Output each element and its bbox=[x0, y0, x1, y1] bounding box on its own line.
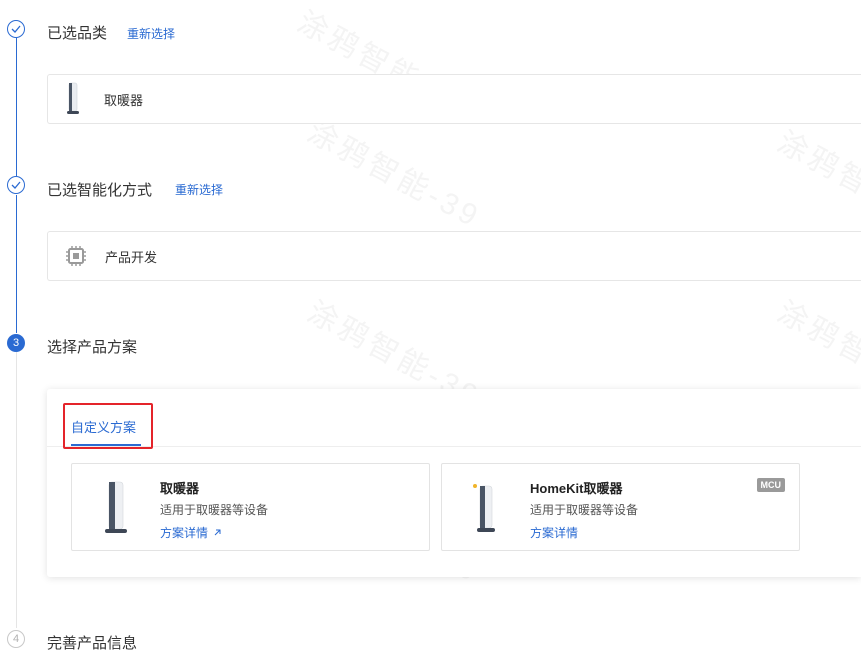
homekit-heater-product-image bbox=[470, 482, 498, 541]
selected-category-card: 取暖器 bbox=[47, 74, 861, 124]
step-connector bbox=[16, 352, 17, 628]
watermark: 涂鸦智能-39 bbox=[301, 115, 487, 235]
selected-category-label: 取暖器 bbox=[104, 92, 144, 108]
step-connector bbox=[16, 195, 17, 333]
solution-details-link[interactable]: 方案详情 bbox=[160, 524, 222, 541]
selected-mode-card: 产品开发 bbox=[47, 231, 861, 281]
chip-icon bbox=[65, 245, 87, 267]
solution-name: 取暖器 bbox=[160, 481, 200, 496]
step-3-title: 选择产品方案 bbox=[47, 339, 138, 356]
heater-product-image bbox=[102, 480, 130, 541]
highlight-box bbox=[63, 403, 153, 449]
step-3-indicator: 3 bbox=[7, 334, 25, 352]
step-2-check-icon bbox=[7, 176, 25, 194]
step-1-title: 已选品类 bbox=[47, 25, 108, 42]
reselect-mode-link[interactable]: 重新选择 bbox=[175, 181, 223, 198]
solution-details-label: 方案详情 bbox=[160, 526, 209, 540]
solution-description: 适用于取暖器等设备 bbox=[160, 503, 269, 517]
selected-mode-label: 产品开发 bbox=[105, 249, 158, 265]
step-4-title: 完善产品信息 bbox=[47, 635, 138, 652]
solution-panel: 自定义方案 取暖器 适用于取暖器等设备 方案详情 HomeKit取暖器 适用于取… bbox=[47, 389, 861, 577]
solution-name: HomeKit取暖器 bbox=[530, 481, 623, 496]
reselect-category-link[interactable]: 重新选择 bbox=[127, 25, 175, 42]
solution-description: 适用于取暖器等设备 bbox=[530, 503, 639, 517]
mcu-badge: MCU bbox=[756, 478, 785, 492]
solution-card-homekit-heater[interactable]: HomeKit取暖器 适用于取暖器等设备 方案详情 MCU bbox=[441, 463, 800, 551]
heater-icon bbox=[66, 82, 80, 116]
step-1-check-icon bbox=[7, 20, 25, 38]
external-arrow-icon bbox=[213, 526, 222, 540]
solution-details-link[interactable]: 方案详情 bbox=[530, 524, 578, 541]
tab-divider bbox=[47, 446, 861, 447]
solution-card-heater[interactable]: 取暖器 适用于取暖器等设备 方案详情 bbox=[71, 463, 430, 551]
watermark: 涂鸦智能-39 bbox=[771, 125, 861, 245]
step-4-indicator: 4 bbox=[7, 630, 25, 648]
step-connector bbox=[16, 38, 17, 176]
step-2-title: 已选智能化方式 bbox=[47, 182, 153, 199]
